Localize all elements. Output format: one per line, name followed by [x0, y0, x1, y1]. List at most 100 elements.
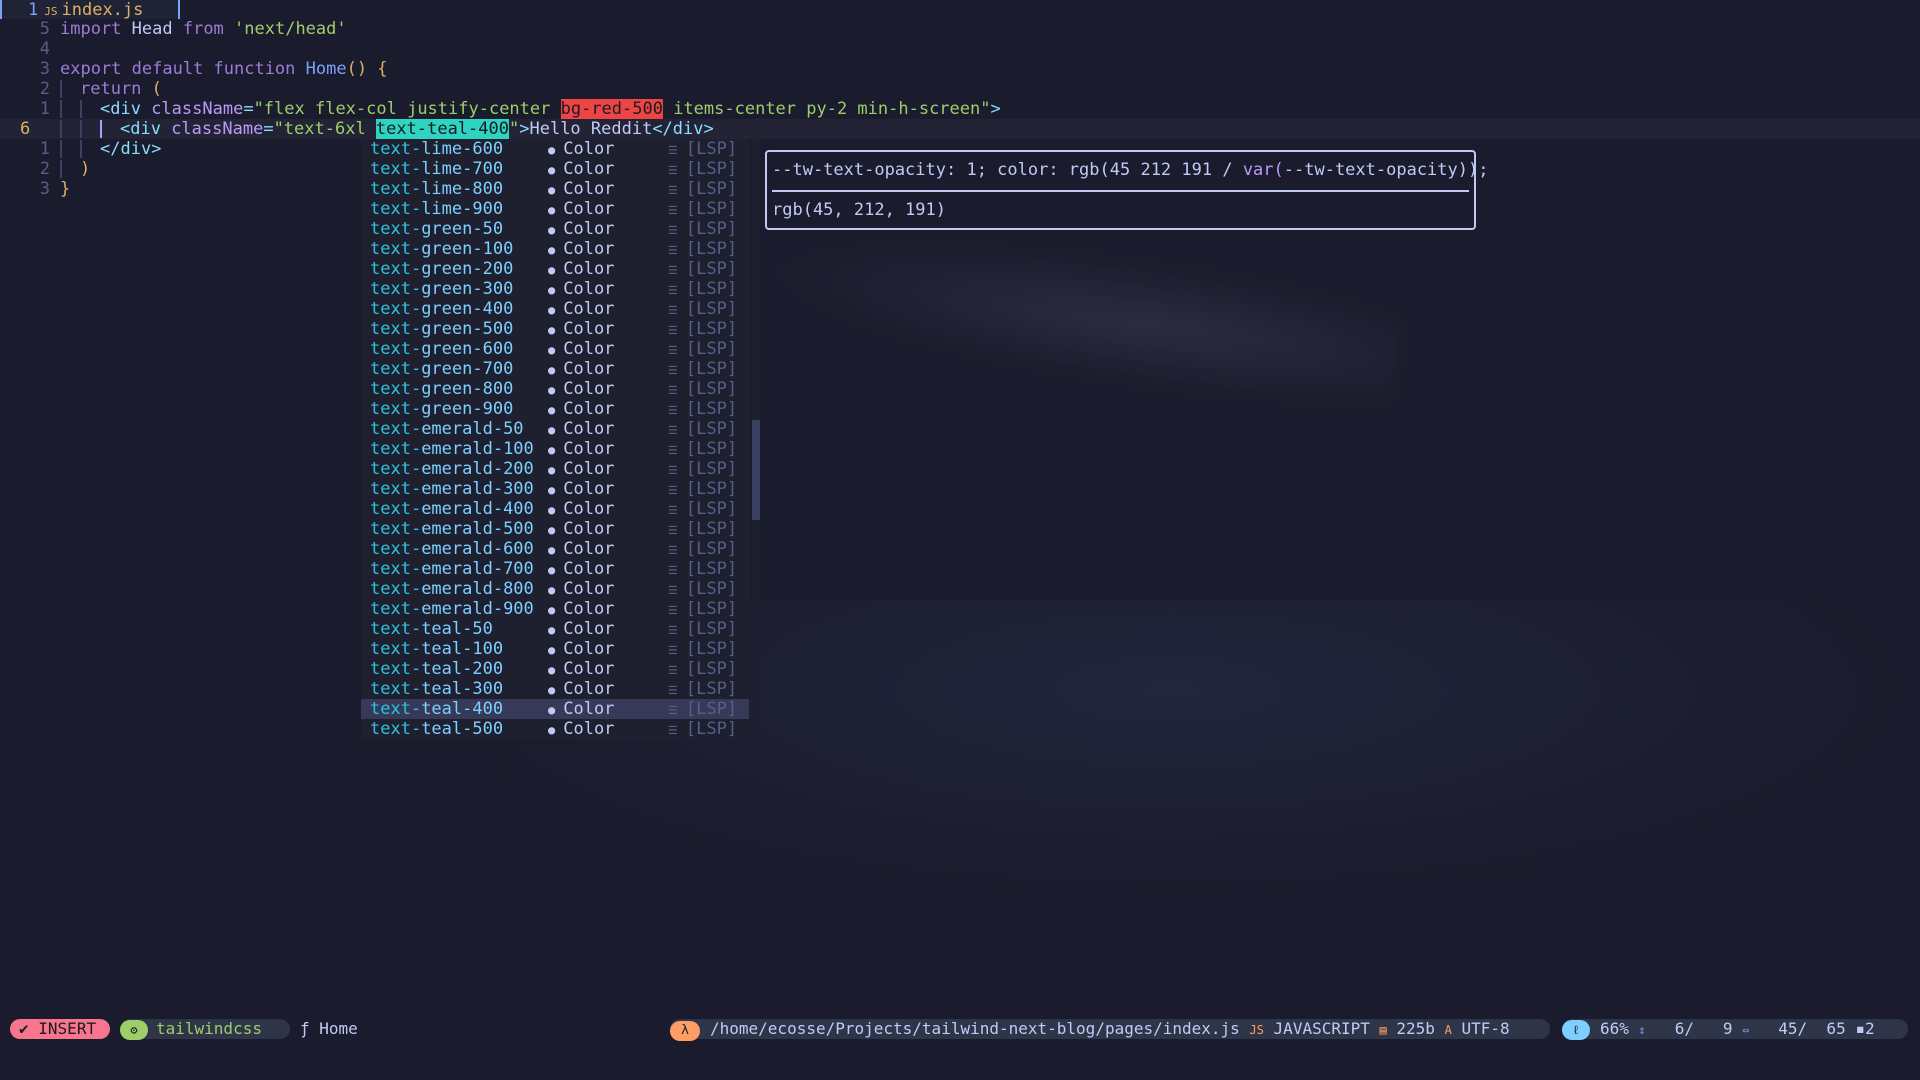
- palette-icon: ●: [548, 663, 556, 677]
- completion-item[interactable]: text-teal-400 ● Color ☰ [LSP]: [361, 699, 749, 719]
- completion-item[interactable]: text-emerald-500 ● Color ☰ [LSP]: [361, 519, 749, 539]
- lsp-icon: ☰: [668, 724, 678, 737]
- palette-icon: ●: [548, 723, 556, 737]
- completion-item[interactable]: text-teal-300 ● Color ☰ [LSP]: [361, 679, 749, 699]
- code-token: text-teal-400: [375, 119, 509, 139]
- source-label: [LSP]: [685, 479, 738, 499]
- completion-menu[interactable]: text-lime-600 ● Color ☰ [LSP] text-lime-700 ● C…: [361, 139, 749, 739]
- completion-item[interactable]: text-green-50 ● Color ☰ [LSP]: [361, 219, 749, 239]
- completion-item-label: text-lime-600: [370, 139, 504, 159]
- code-token: return: [80, 79, 152, 99]
- completion-item[interactable]: text-green-100 ● Color ☰ [LSP]: [361, 239, 749, 259]
- line-number: 5: [39, 19, 50, 39]
- column-position: 45/ 65: [1778, 1019, 1846, 1038]
- completion-item[interactable]: text-teal-200 ● Color ☰ [LSP]: [361, 659, 749, 679]
- tab-filename: index.js: [61, 0, 144, 20]
- indent-guide: [60, 120, 62, 138]
- completion-item[interactable]: text-green-400 ● Color ☰ [LSP]: [361, 299, 749, 319]
- completion-item[interactable]: text-lime-700 ● Color ☰ [LSP]: [361, 159, 749, 179]
- completion-scrollbar-thumb[interactable]: [752, 420, 760, 520]
- completion-item[interactable]: text-teal-50 ● Color ☰ [LSP]: [361, 619, 749, 639]
- completion-item[interactable]: text-emerald-800 ● Color ☰ [LSP]: [361, 579, 749, 599]
- completion-item[interactable]: text-green-500 ● Color ☰ [LSP]: [361, 319, 749, 339]
- palette-icon: ●: [548, 543, 556, 557]
- completion-item[interactable]: text-lime-800 ● Color ☰ [LSP]: [361, 179, 749, 199]
- code-token: <div: [120, 119, 172, 139]
- completion-item[interactable]: text-green-200 ● Color ☰ [LSP]: [361, 259, 749, 279]
- completion-item-source: ☰ [LSP]: [668, 659, 737, 681]
- completion-item[interactable]: text-emerald-200 ● Color ☰ [LSP]: [361, 459, 749, 479]
- completion-item[interactable]: text-teal-500 ● Color ☰ [LSP]: [361, 719, 749, 739]
- function-icon: ƒ: [300, 1019, 310, 1038]
- completion-item-kind: ● Color: [548, 719, 614, 740]
- statusline: ✔ INSERT ⚙ tailwindcss ƒ Home λ/home/ecos…: [0, 1019, 1920, 1041]
- completion-item-label: text-emerald-400: [370, 499, 534, 519]
- completion-item[interactable]: text-emerald-900 ● Color ☰ [LSP]: [361, 599, 749, 619]
- palette-icon: ●: [548, 583, 556, 597]
- completion-item-source: ☰ [LSP]: [668, 599, 737, 621]
- js-icon: JS: [1249, 1023, 1264, 1037]
- completion-item-kind: ● Color: [548, 699, 614, 720]
- palette-icon: ●: [548, 623, 556, 637]
- tab-index-js[interactable]: 1 JS index.js: [0, 0, 180, 20]
- completion-item[interactable]: text-emerald-300 ● Color ☰ [LSP]: [361, 479, 749, 499]
- palette-icon: ●: [548, 523, 556, 537]
- code-line[interactable]: 2 return (: [0, 79, 1920, 99]
- completion-item[interactable]: text-lime-900 ● Color ☰ [LSP]: [361, 199, 749, 219]
- code-line[interactable]: 4: [0, 39, 1920, 59]
- code-line[interactable]: 6 <div className="text-6xl text-teal-400"…: [0, 119, 1920, 139]
- completion-item-kind: ● Color: [548, 459, 614, 480]
- completion-item-label: text-green-800: [370, 379, 514, 399]
- lsp-icon: ☰: [668, 184, 678, 197]
- code-line[interactable]: 3 export default function Home() {: [0, 59, 1920, 79]
- completion-item-kind: ● Color: [548, 679, 614, 700]
- source-label: [LSP]: [685, 459, 738, 479]
- completion-item-kind: ● Color: [548, 239, 614, 260]
- completion-item-label: text-teal-100: [370, 639, 504, 659]
- kind-label: Color: [563, 359, 615, 379]
- completion-item-kind: ● Color: [548, 179, 614, 200]
- completion-item[interactable]: text-emerald-50 ● Color ☰ [LSP]: [361, 419, 749, 439]
- code-line[interactable]: 1 <div className="flex flex-col justify-c…: [0, 99, 1920, 119]
- completion-item[interactable]: text-green-300 ● Color ☰ [LSP]: [361, 279, 749, 299]
- lsp-icon: ☰: [668, 344, 678, 357]
- completion-item[interactable]: text-green-700 ● Color ☰ [LSP]: [361, 359, 749, 379]
- completion-item-kind: ● Color: [548, 319, 614, 340]
- completion-item[interactable]: text-green-600 ● Color ☰ [LSP]: [361, 339, 749, 359]
- indent-guide: [80, 120, 82, 138]
- completion-item-source: ☰ [LSP]: [668, 419, 737, 441]
- line-number: 4: [39, 39, 50, 59]
- completion-item[interactable]: text-lime-600 ● Color ☰ [LSP]: [361, 139, 749, 159]
- completion-item[interactable]: text-teal-100 ● Color ☰ [LSP]: [361, 639, 749, 659]
- line-code: </div>: [60, 139, 161, 159]
- completion-item[interactable]: text-green-900 ● Color ☰ [LSP]: [361, 399, 749, 419]
- source-label: [LSP]: [685, 639, 738, 659]
- code-line[interactable]: 5 import Head from 'next/head': [0, 19, 1920, 39]
- completion-item[interactable]: text-green-800 ● Color ☰ [LSP]: [361, 379, 749, 399]
- completion-item-kind: ● Color: [548, 399, 614, 420]
- code-token: Head: [131, 19, 183, 39]
- lsp-icon: ☰: [668, 604, 678, 617]
- extra-indicator: ▪2: [1855, 1019, 1875, 1038]
- source-label: [LSP]: [685, 279, 738, 299]
- completion-item-source: ☰ [LSP]: [668, 579, 737, 601]
- source-label: [LSP]: [685, 219, 738, 239]
- kind-label: Color: [563, 619, 615, 639]
- completion-item-kind: ● Color: [548, 139, 614, 160]
- source-label: [LSP]: [685, 579, 738, 599]
- source-label: [LSP]: [685, 339, 738, 359]
- lambda-icon: λ: [670, 1021, 700, 1041]
- tab-number: 1: [28, 0, 39, 20]
- filesize: 225b: [1396, 1019, 1435, 1038]
- code-token: className: [151, 99, 244, 119]
- completion-item-source: ☰ [LSP]: [668, 499, 737, 521]
- code-token: 'next/head': [234, 19, 347, 39]
- completion-item[interactable]: text-emerald-400 ● Color ☰ [LSP]: [361, 499, 749, 519]
- scroll-percent: 66%: [1600, 1019, 1629, 1038]
- source-label: [LSP]: [685, 139, 738, 159]
- completion-item[interactable]: text-emerald-700 ● Color ☰ [LSP]: [361, 559, 749, 579]
- completion-item[interactable]: text-emerald-100 ● Color ☰ [LSP]: [361, 439, 749, 459]
- completion-item[interactable]: text-emerald-600 ● Color ☰ [LSP]: [361, 539, 749, 559]
- completion-item-source: ☰ [LSP]: [668, 359, 737, 381]
- completion-item-label: text-emerald-100: [370, 439, 534, 459]
